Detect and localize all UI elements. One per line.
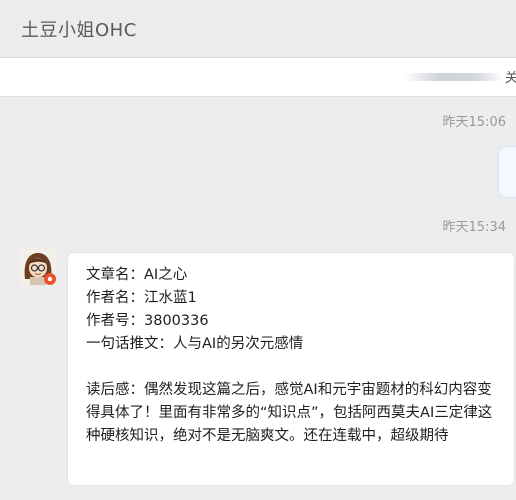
chat-header: 土豆小姐OHC	[0, 0, 516, 58]
incoming-message-bubble[interactable]: 文章名：AI之心 作者名：江水蓝1 作者号：3800336 一句话推文：人与AI…	[68, 253, 514, 485]
message-content: 文章名：AI之心 作者名：江水蓝1 作者号：3800336 一句话推文：人与AI…	[86, 264, 500, 448]
outgoing-message-bubble[interactable]	[498, 146, 516, 198]
author-id: 作者号：3800336	[86, 313, 209, 329]
notice-bar[interactable]: 关	[0, 58, 516, 97]
notice-text: 关	[504, 71, 516, 86]
author-name: 作者名：江水蓝1	[86, 290, 197, 306]
message-timestamp: 昨天15:34	[442, 220, 506, 235]
article-name: 文章名：AI之心	[86, 267, 188, 283]
red-badge-icon	[44, 273, 56, 285]
one-line-pitch: 一句话推文：人与AI的另次元感情	[86, 336, 304, 352]
notice-blur	[404, 73, 504, 81]
chat-title: 土豆小姐OHC	[21, 20, 137, 41]
review-text: 读后感：偶然发现这篇之后，感觉AI和元宇宙题材的科幻内容变得具体了！里面有非常多…	[86, 382, 493, 444]
avatar[interactable]	[20, 249, 56, 285]
message-timestamp: 昨天15:06	[442, 115, 506, 130]
